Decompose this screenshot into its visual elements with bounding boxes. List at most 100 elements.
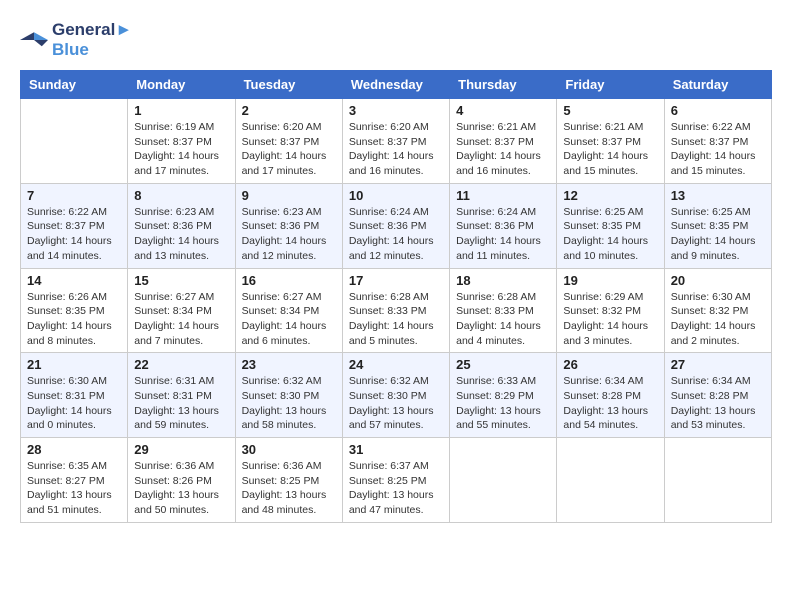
day-number: 7 xyxy=(27,188,121,203)
calendar-table: SundayMondayTuesdayWednesdayThursdayFrid… xyxy=(20,70,772,523)
day-info: Sunrise: 6:33 AM Sunset: 8:29 PM Dayligh… xyxy=(456,374,550,433)
day-number: 25 xyxy=(456,357,550,372)
calendar-week-row: 1 Sunrise: 6:19 AM Sunset: 8:37 PM Daylig… xyxy=(21,99,772,184)
calendar-cell: 17 Sunrise: 6:28 AM Sunset: 8:33 PM Dayli… xyxy=(342,268,449,353)
day-info: Sunrise: 6:19 AM Sunset: 8:37 PM Dayligh… xyxy=(134,120,228,179)
day-info: Sunrise: 6:27 AM Sunset: 8:34 PM Dayligh… xyxy=(134,290,228,349)
day-number: 2 xyxy=(242,103,336,118)
day-info: Sunrise: 6:28 AM Sunset: 8:33 PM Dayligh… xyxy=(456,290,550,349)
day-number: 11 xyxy=(456,188,550,203)
col-header-tuesday: Tuesday xyxy=(235,71,342,99)
day-number: 15 xyxy=(134,273,228,288)
day-info: Sunrise: 6:27 AM Sunset: 8:34 PM Dayligh… xyxy=(242,290,336,349)
calendar-cell: 5 Sunrise: 6:21 AM Sunset: 8:37 PM Daylig… xyxy=(557,99,664,184)
calendar-cell: 11 Sunrise: 6:24 AM Sunset: 8:36 PM Dayli… xyxy=(450,183,557,268)
day-number: 21 xyxy=(27,357,121,372)
calendar-cell: 15 Sunrise: 6:27 AM Sunset: 8:34 PM Dayli… xyxy=(128,268,235,353)
day-number: 23 xyxy=(242,357,336,372)
day-number: 4 xyxy=(456,103,550,118)
day-info: Sunrise: 6:29 AM Sunset: 8:32 PM Dayligh… xyxy=(563,290,657,349)
calendar-cell: 2Sunrise: 6:20 AM Sunset: 8:37 PM Daylig… xyxy=(235,99,342,184)
calendar-cell xyxy=(450,438,557,523)
calendar-header-row: SundayMondayTuesdayWednesdayThursdayFrid… xyxy=(21,71,772,99)
col-header-wednesday: Wednesday xyxy=(342,71,449,99)
calendar-cell: 1 Sunrise: 6:19 AM Sunset: 8:37 PM Daylig… xyxy=(128,99,235,184)
day-info: Sunrise: 6:25 AM Sunset: 8:35 PM Dayligh… xyxy=(563,205,657,264)
day-number: 24 xyxy=(349,357,443,372)
day-info: Sunrise: 6:25 AM Sunset: 8:35 PM Dayligh… xyxy=(671,205,765,264)
calendar-cell: 22Sunrise: 6:31 AM Sunset: 8:31 PM Dayli… xyxy=(128,353,235,438)
day-info: Sunrise: 6:20 AM Sunset: 8:37 PM Dayligh… xyxy=(349,120,443,179)
day-info: Sunrise: 6:32 AM Sunset: 8:30 PM Dayligh… xyxy=(242,374,336,433)
day-number: 8 xyxy=(134,188,228,203)
calendar-cell: 27Sunrise: 6:34 AM Sunset: 8:28 PM Dayli… xyxy=(664,353,771,438)
day-number: 9 xyxy=(242,188,336,203)
day-number: 26 xyxy=(563,357,657,372)
day-number: 28 xyxy=(27,442,121,457)
day-info: Sunrise: 6:21 AM Sunset: 8:37 PM Dayligh… xyxy=(563,120,657,179)
day-info: Sunrise: 6:28 AM Sunset: 8:33 PM Dayligh… xyxy=(349,290,443,349)
calendar-cell: 29 Sunrise: 6:36 AM Sunset: 8:26 PM Dayli… xyxy=(128,438,235,523)
calendar-cell: 10 Sunrise: 6:24 AM Sunset: 8:36 PM Dayli… xyxy=(342,183,449,268)
calendar-cell: 23 Sunrise: 6:32 AM Sunset: 8:30 PM Dayli… xyxy=(235,353,342,438)
col-header-sunday: Sunday xyxy=(21,71,128,99)
calendar-cell: 31 Sunrise: 6:37 AM Sunset: 8:25 PM Dayli… xyxy=(342,438,449,523)
logo: General► Blue xyxy=(20,20,132,60)
calendar-cell: 4 Sunrise: 6:21 AM Sunset: 8:37 PM Daylig… xyxy=(450,99,557,184)
day-info: Sunrise: 6:23 AM Sunset: 8:36 PM Dayligh… xyxy=(242,205,336,264)
day-number: 19 xyxy=(563,273,657,288)
calendar-cell: 13 Sunrise: 6:25 AM Sunset: 8:35 PM Dayli… xyxy=(664,183,771,268)
calendar-cell xyxy=(557,438,664,523)
calendar-cell: 24Sunrise: 6:32 AM Sunset: 8:30 PM Dayli… xyxy=(342,353,449,438)
day-number: 6 xyxy=(671,103,765,118)
day-number: 14 xyxy=(27,273,121,288)
day-info: Sunrise: 6:36 AM Sunset: 8:26 PM Dayligh… xyxy=(134,459,228,518)
calendar-week-row: 14 Sunrise: 6:26 AM Sunset: 8:35 PM Dayli… xyxy=(21,268,772,353)
calendar-cell: 3 Sunrise: 6:20 AM Sunset: 8:37 PM Daylig… xyxy=(342,99,449,184)
calendar-cell: 21 Sunrise: 6:30 AM Sunset: 8:31 PM Dayli… xyxy=(21,353,128,438)
col-header-monday: Monday xyxy=(128,71,235,99)
day-number: 13 xyxy=(671,188,765,203)
calendar-week-row: 7Sunrise: 6:22 AM Sunset: 8:37 PM Daylig… xyxy=(21,183,772,268)
day-info: Sunrise: 6:30 AM Sunset: 8:31 PM Dayligh… xyxy=(27,374,121,433)
calendar-week-row: 28 Sunrise: 6:35 AM Sunset: 8:27 PM Dayli… xyxy=(21,438,772,523)
day-number: 3 xyxy=(349,103,443,118)
day-number: 10 xyxy=(349,188,443,203)
calendar-cell: 6Sunrise: 6:22 AM Sunset: 8:37 PM Daylig… xyxy=(664,99,771,184)
calendar-cell: 30Sunrise: 6:36 AM Sunset: 8:25 PM Dayli… xyxy=(235,438,342,523)
calendar-cell: 9 Sunrise: 6:23 AM Sunset: 8:36 PM Daylig… xyxy=(235,183,342,268)
day-number: 5 xyxy=(563,103,657,118)
calendar-cell: 7Sunrise: 6:22 AM Sunset: 8:37 PM Daylig… xyxy=(21,183,128,268)
day-info: Sunrise: 6:36 AM Sunset: 8:25 PM Dayligh… xyxy=(242,459,336,518)
day-info: Sunrise: 6:35 AM Sunset: 8:27 PM Dayligh… xyxy=(27,459,121,518)
day-number: 31 xyxy=(349,442,443,457)
calendar-cell: 26 Sunrise: 6:34 AM Sunset: 8:28 PM Dayli… xyxy=(557,353,664,438)
col-header-friday: Friday xyxy=(557,71,664,99)
day-info: Sunrise: 6:24 AM Sunset: 8:36 PM Dayligh… xyxy=(349,205,443,264)
col-header-saturday: Saturday xyxy=(664,71,771,99)
day-number: 20 xyxy=(671,273,765,288)
day-number: 16 xyxy=(242,273,336,288)
day-info: Sunrise: 6:34 AM Sunset: 8:28 PM Dayligh… xyxy=(671,374,765,433)
calendar-cell: 19 Sunrise: 6:29 AM Sunset: 8:32 PM Dayli… xyxy=(557,268,664,353)
calendar-cell: 14 Sunrise: 6:26 AM Sunset: 8:35 PM Dayli… xyxy=(21,268,128,353)
day-info: Sunrise: 6:37 AM Sunset: 8:25 PM Dayligh… xyxy=(349,459,443,518)
calendar-cell: 12Sunrise: 6:25 AM Sunset: 8:35 PM Dayli… xyxy=(557,183,664,268)
day-number: 18 xyxy=(456,273,550,288)
header: General► Blue xyxy=(20,20,772,60)
calendar-cell xyxy=(664,438,771,523)
day-info: Sunrise: 6:21 AM Sunset: 8:37 PM Dayligh… xyxy=(456,120,550,179)
day-number: 29 xyxy=(134,442,228,457)
col-header-thursday: Thursday xyxy=(450,71,557,99)
day-info: Sunrise: 6:24 AM Sunset: 8:36 PM Dayligh… xyxy=(456,205,550,264)
day-number: 1 xyxy=(134,103,228,118)
day-info: Sunrise: 6:26 AM Sunset: 8:35 PM Dayligh… xyxy=(27,290,121,349)
logo-text: General► Blue xyxy=(52,20,132,60)
day-number: 17 xyxy=(349,273,443,288)
day-info: Sunrise: 6:34 AM Sunset: 8:28 PM Dayligh… xyxy=(563,374,657,433)
calendar-week-row: 21 Sunrise: 6:30 AM Sunset: 8:31 PM Dayli… xyxy=(21,353,772,438)
calendar-cell: 20Sunrise: 6:30 AM Sunset: 8:32 PM Dayli… xyxy=(664,268,771,353)
calendar-cell: 8 Sunrise: 6:23 AM Sunset: 8:36 PM Daylig… xyxy=(128,183,235,268)
logo-icon xyxy=(20,29,48,51)
day-info: Sunrise: 6:23 AM Sunset: 8:36 PM Dayligh… xyxy=(134,205,228,264)
